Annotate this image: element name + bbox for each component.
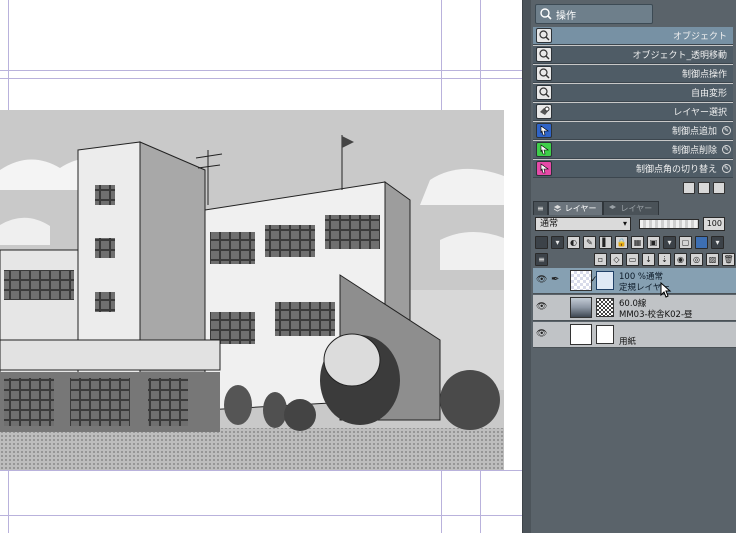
- subtool-free-transform[interactable]: 自由変形: [533, 84, 733, 102]
- lock-transparent-icon[interactable]: ▦: [631, 235, 644, 249]
- layer-thumbnail: [570, 297, 592, 318]
- eye-icon[interactable]: 👁: [536, 276, 547, 285]
- layer-thumbnail: [570, 270, 592, 291]
- opacity-value[interactable]: 100: [703, 217, 725, 231]
- layer-list-empty-area: [533, 349, 736, 533]
- mouse-cursor-icon: [660, 282, 672, 298]
- palette-dropdown-icon[interactable]: ▾: [711, 235, 724, 249]
- tab-layer[interactable]: レイヤー: [547, 201, 604, 215]
- reference-layer-icon[interactable]: ✎: [583, 235, 596, 249]
- subtool-add-control-point[interactable]: 制御点追加 ✎: [533, 122, 733, 140]
- delete-control-point-icon: [536, 142, 552, 157]
- subtool-label: 制御点操作: [681, 70, 727, 80]
- subtool-layer-select[interactable]: レイヤー選択: [533, 103, 733, 121]
- control-point-tool-icon: [536, 66, 552, 81]
- layer-select-tool-icon: [536, 104, 552, 119]
- subtool-control-point[interactable]: 制御点操作: [533, 65, 733, 83]
- subtool-label: オブジェクト: [672, 32, 727, 42]
- subtool-delete-control-point[interactable]: 制御点削除 ✎: [533, 141, 733, 159]
- blend-mode-select[interactable]: 通常: [535, 217, 631, 231]
- guide-line-horizontal: [0, 78, 522, 79]
- new-vector-layer-icon[interactable]: ◇: [610, 252, 623, 266]
- layers-icon: [553, 205, 561, 212]
- subtool-settings-icon[interactable]: [683, 182, 695, 194]
- operation-tool-icon: [540, 8, 552, 20]
- layer-panel-tabs: ≡ レイヤー レイヤー: [533, 201, 733, 215]
- sub-tool-list: オブジェクト オブジェクト_透明移動 制御点操作 自由変形 レイヤー選択 制御点…: [533, 27, 733, 178]
- layer-row[interactable]: 👁 用紙: [533, 322, 736, 348]
- layers-icon: [609, 205, 617, 209]
- drawing-canvas[interactable]: [0, 0, 522, 533]
- palette-color-icon[interactable]: [695, 235, 708, 249]
- apply-mask-icon[interactable]: ◎: [690, 252, 703, 266]
- free-transform-tool-icon: [536, 85, 552, 100]
- layer-name: MM03-校舎K02-昼: [619, 310, 693, 320]
- layer-row[interactable]: 👁 60.0線 MM03-校舎K02-昼: [533, 295, 736, 321]
- subtool-label: 制御点追加: [671, 127, 717, 137]
- new-subtool-icon[interactable]: [698, 182, 710, 194]
- panel-toolbar-space: [657, 4, 733, 24]
- settings-icon[interactable]: ✎: [722, 164, 731, 173]
- layer-menu-icon[interactable]: ≡: [535, 252, 548, 266]
- school-building-artwork: [0, 110, 504, 470]
- subtool-object-transparent-move[interactable]: オブジェクト_透明移動: [533, 46, 733, 64]
- tool-group-label: 操作: [556, 10, 576, 22]
- guide-line-horizontal: [0, 70, 522, 71]
- layer-name: 用紙: [619, 337, 637, 347]
- new-folder-icon[interactable]: ▭: [626, 252, 639, 266]
- layer-row[interactable]: 👁 ✒ ✓ 100 %通常 定規レイヤー: [533, 268, 736, 294]
- tool-group-header[interactable]: 操作: [535, 4, 653, 24]
- settings-icon[interactable]: ✎: [722, 145, 731, 154]
- settings-icon[interactable]: ✎: [722, 126, 731, 135]
- ruler-display-icon[interactable]: ▢: [679, 235, 692, 249]
- guide-line-horizontal: [0, 470, 522, 471]
- subtool-label: 制御点角の切り替え: [635, 165, 717, 175]
- ruler-icon[interactable]: ▨: [706, 252, 719, 266]
- paper-icon: [596, 325, 614, 344]
- add-control-point-icon: [536, 123, 552, 138]
- layer-property-toolbar: ▾ ◐ ✎ ▌ 🔒 ▦ ▣ ▾ ▢ ▾: [535, 234, 735, 250]
- layer-action-toolbar: ≡ ▫ ◇ ▭ ↓ ⇣ ◉ ◎ ▨ 🗑: [535, 251, 735, 267]
- subtool-actions: [683, 182, 725, 194]
- lock-icon[interactable]: 🔒: [615, 235, 628, 249]
- object-tool-icon: [536, 28, 552, 43]
- mask-enable-icon[interactable]: ▣: [647, 235, 660, 249]
- layer-mask-thumbnail: [596, 298, 614, 317]
- delete-layer-icon[interactable]: 🗑: [722, 252, 735, 266]
- toggle-corner-icon: [536, 161, 552, 176]
- side-panel: 操作 オブジェクト オブジェクト_透明移動 制御点操作 自由変形 レイヤー選択 …: [522, 0, 736, 533]
- tab-label: レイヤー: [564, 204, 597, 213]
- clip-icon[interactable]: ◐: [567, 235, 580, 249]
- transfer-down-icon[interactable]: ↓: [642, 252, 655, 266]
- layer-thumbnail: [570, 324, 592, 345]
- dropdown-icon[interactable]: ▾: [551, 235, 564, 249]
- mask-dropdown-icon[interactable]: ▾: [663, 235, 676, 249]
- subtool-label: オブジェクト_透明移動: [632, 51, 727, 61]
- new-raster-layer-icon[interactable]: ▫: [594, 252, 607, 266]
- transparent-move-tool-icon: [536, 47, 552, 62]
- subtool-object[interactable]: オブジェクト: [533, 27, 733, 45]
- tab-grip[interactable]: ≡: [533, 201, 548, 215]
- combine-down-icon[interactable]: ⇣: [658, 252, 671, 266]
- subtool-label: 自由変形: [690, 89, 727, 99]
- panel-edge: [523, 0, 531, 533]
- subtool-label: レイヤー選択: [673, 108, 727, 118]
- delete-subtool-icon[interactable]: [713, 182, 725, 194]
- subtool-label: 制御点削除: [671, 146, 717, 156]
- create-mask-icon[interactable]: ◉: [674, 252, 687, 266]
- layer-blend-row: 通常 100: [535, 217, 735, 231]
- ruler-layer-icon: [596, 271, 614, 290]
- pen-edit-icon[interactable]: ✒: [551, 274, 559, 285]
- tab-layer-property[interactable]: レイヤー: [603, 201, 660, 215]
- opacity-slider[interactable]: [639, 219, 699, 229]
- eye-icon[interactable]: 👁: [536, 303, 547, 312]
- guide-line-horizontal: [0, 515, 522, 516]
- eye-icon[interactable]: 👁: [536, 330, 547, 339]
- layer-color-icon[interactable]: [535, 235, 548, 249]
- tab-label: レイヤー: [620, 204, 653, 213]
- draft-layer-icon[interactable]: ▌: [599, 235, 612, 249]
- subtool-toggle-corner[interactable]: 制御点角の切り替え ✎: [533, 160, 733, 178]
